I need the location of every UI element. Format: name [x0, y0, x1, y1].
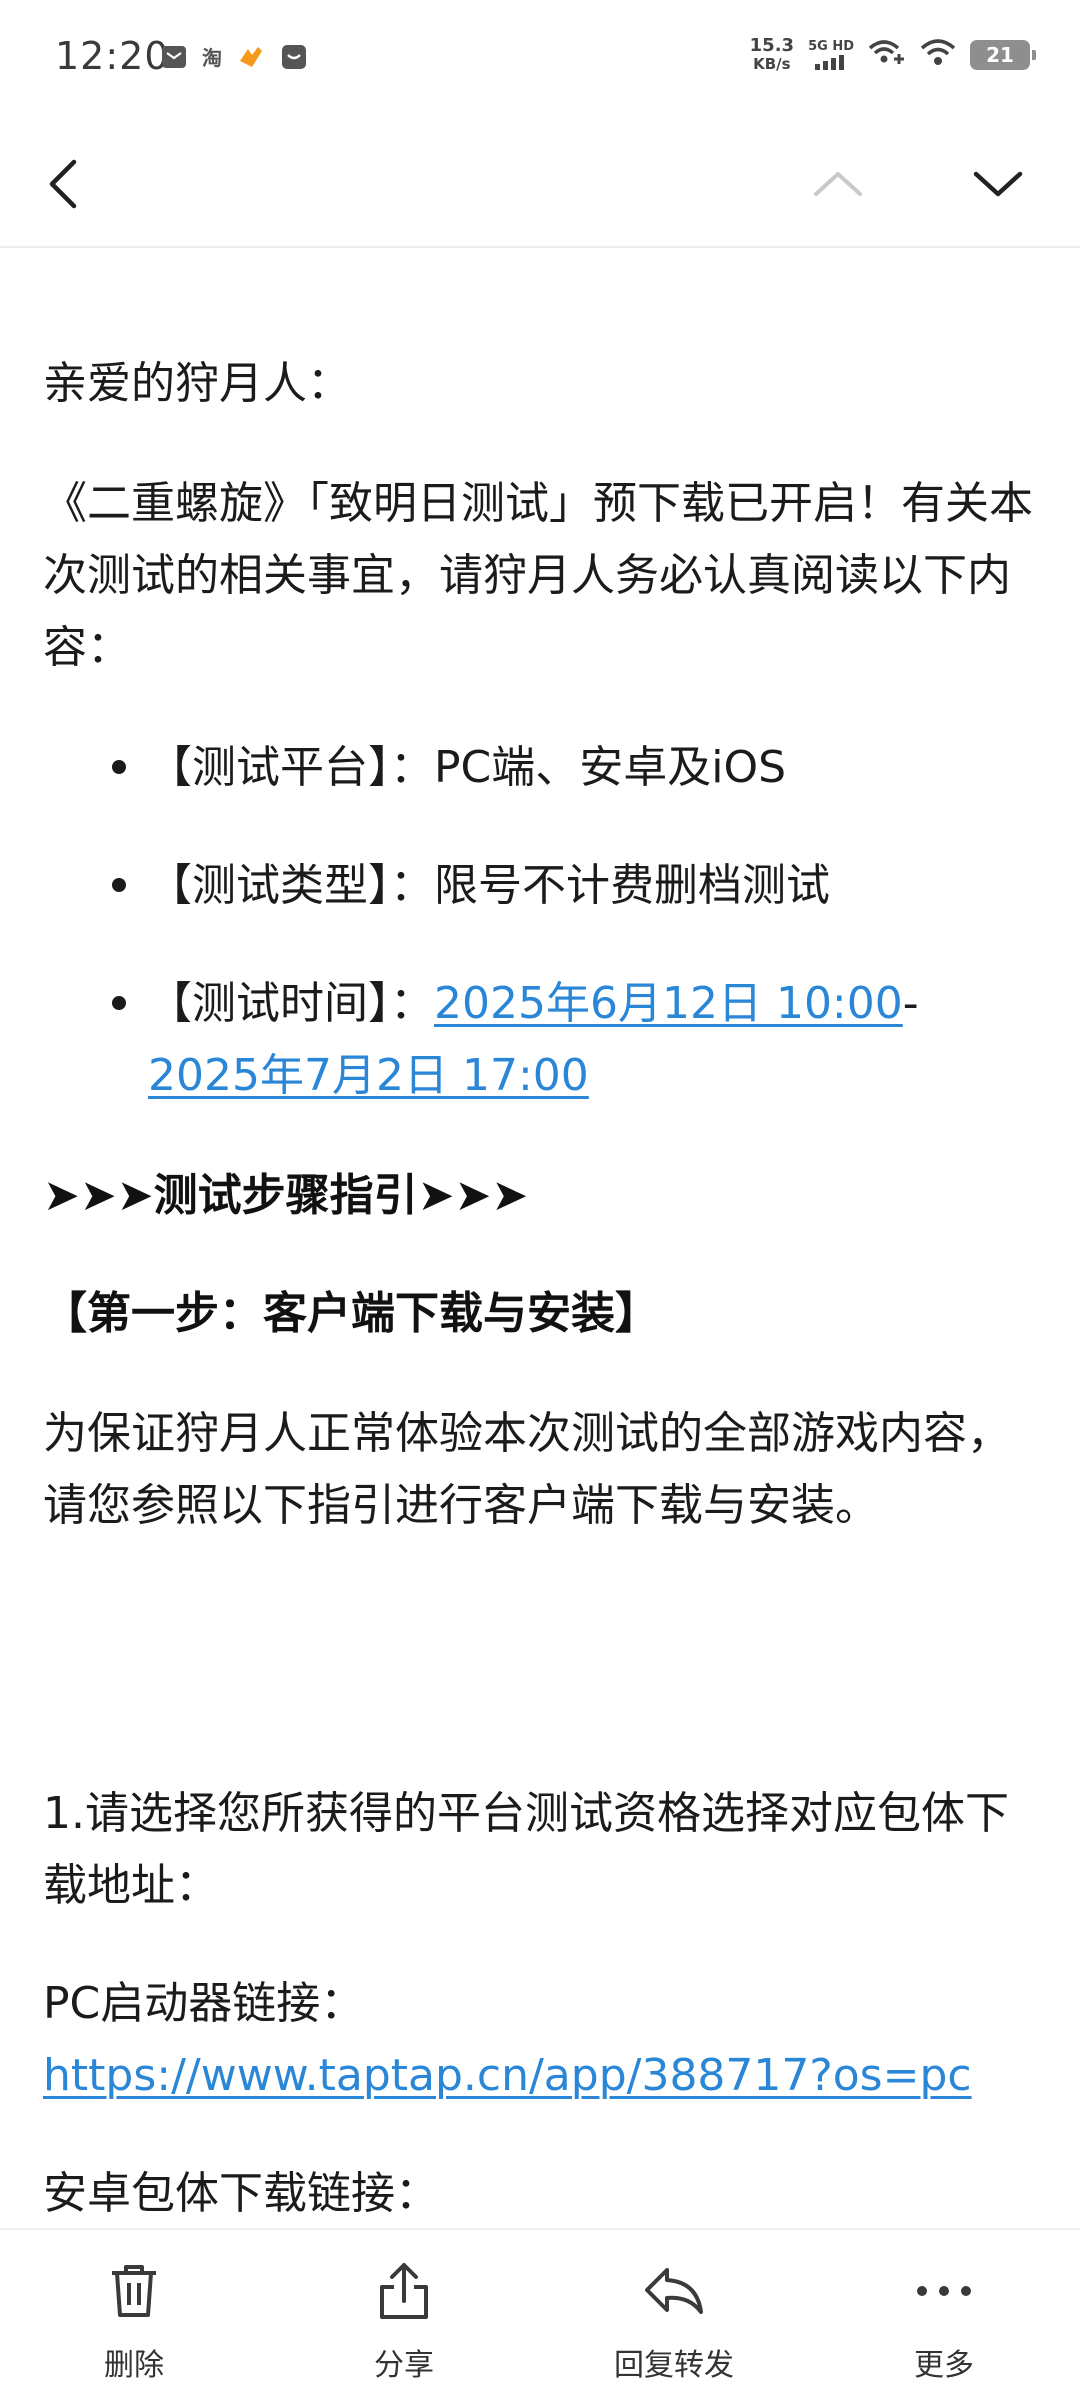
- trash-icon: [99, 2256, 169, 2326]
- share-button[interactable]: 分享: [304, 2246, 504, 2386]
- more-button[interactable]: 更多: [844, 2246, 1044, 2386]
- step1-item1: 1.请选择您所获得的平台测试资格选择对应包体下载地址：: [43, 1788, 1009, 1911]
- status-bar: 12:20 淘 15.3 KB/s 5G HD 21: [0, 0, 1080, 120]
- previous-email-button[interactable]: [802, 148, 874, 220]
- wifi-icon: [920, 38, 956, 72]
- email-intro: 《二重螺旋》「致明日测试」预下载已开启！有关本次测试的相关事宜，请狩月人务必认真…: [43, 478, 1033, 673]
- back-button[interactable]: [28, 148, 100, 220]
- chevron-up-icon: [814, 172, 862, 196]
- reply-icon: [639, 2256, 709, 2326]
- reply-forward-button[interactable]: 回复转发: [574, 2246, 774, 2386]
- bullet-dot: [112, 996, 126, 1010]
- email-detail-screen: 12:20 淘 15.3 KB/s 5G HD 21 亲爱的狩月人： 《二重螺旋…: [0, 0, 1080, 2400]
- list-item: 【测试类型】：限号不计费删档测试: [112, 850, 1028, 922]
- pc-launcher-label: PC启动器链接：: [43, 1978, 365, 2029]
- step1-heading: 【第一步：客户端下载与安装】: [43, 1288, 659, 1339]
- android-download-label: 安卓包体下载链接：: [43, 2168, 439, 2219]
- next-email-button[interactable]: [962, 148, 1034, 220]
- list-item: 【测试时间】：2025年6月12日 10:00- 2025年7月2日 17:00: [112, 968, 1028, 1112]
- step1-description: 为保证狩月人正常体验本次测试的全部游戏内容，请您参照以下指引进行客户端下载与安装…: [43, 1408, 1011, 1531]
- status-time: 12:20: [55, 34, 170, 78]
- battery-indicator: 21: [970, 40, 1036, 70]
- net-speed: 15.3 KB/s: [749, 35, 795, 73]
- cellular-signal-icon: 5G HD: [808, 40, 854, 70]
- email-body: 亲爱的狩月人： 《二重螺旋》「致明日测试」预下载已开启！有关本次测试的相关事宜，…: [0, 248, 1080, 2228]
- bottom-toolbar: 删除 分享 回复转发 更多: [0, 2228, 1080, 2400]
- bullet-dot: [112, 878, 126, 892]
- share-icon: [369, 2256, 439, 2326]
- pc-launcher-block: PC启动器链接： https://www.taptap.cn/app/38871…: [43, 1968, 1033, 2112]
- chevron-left-icon: [49, 159, 77, 209]
- app-notification-icon: [236, 43, 266, 71]
- steps-heading: ➤➤➤测试步骤指引➤➤➤: [43, 1170, 529, 1221]
- notification-icons: 淘: [160, 42, 308, 71]
- test-end-date-link[interactable]: 2025年7月2日 17:00: [148, 1050, 589, 1101]
- test-start-date-link[interactable]: 2025年6月12日 10:00: [434, 978, 903, 1029]
- email-greeting: 亲爱的狩月人：: [43, 358, 351, 409]
- chevron-down-icon: [973, 171, 1023, 197]
- status-right: 15.3 KB/s 5G HD 21: [749, 35, 1036, 74]
- more-icon: [909, 2256, 979, 2326]
- message-notification-icon: [280, 43, 308, 71]
- taobao-notification-icon: 淘: [202, 46, 222, 70]
- wifi-plus-icon: [868, 38, 906, 72]
- pc-launcher-link[interactable]: https://www.taptap.cn/app/388717?os=pc: [43, 2050, 972, 2101]
- bullet-dot: [112, 760, 126, 774]
- top-nav: [0, 120, 1080, 248]
- delete-button[interactable]: 删除: [34, 2246, 234, 2386]
- list-item: 【测试平台】：PC端、安卓及iOS: [112, 732, 1028, 804]
- mail-notification-icon: [160, 43, 188, 71]
